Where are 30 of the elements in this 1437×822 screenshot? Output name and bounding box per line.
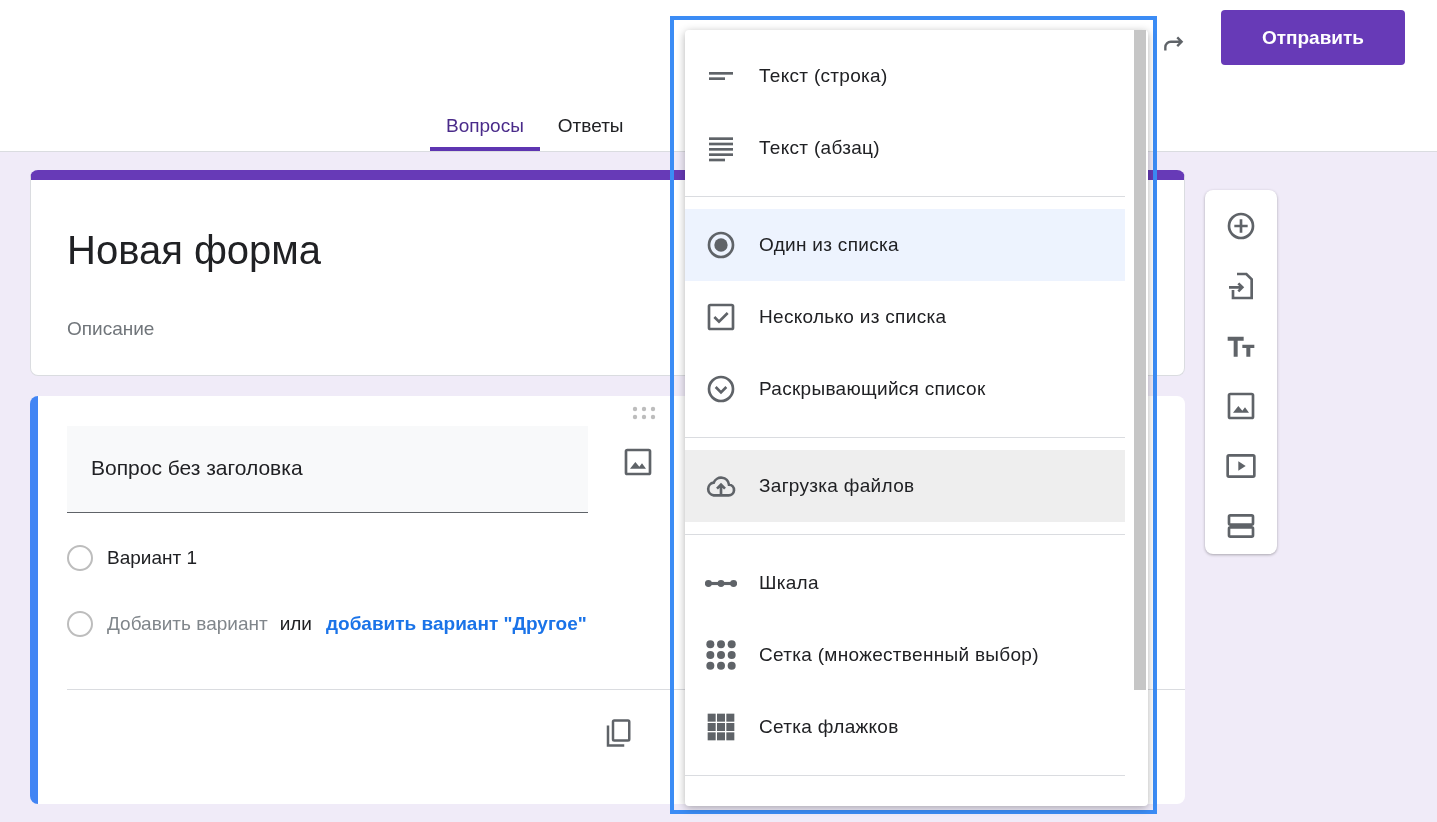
add-other-link[interactable]: добавить вариант "Другое" <box>325 613 587 635</box>
menu-item[interactable]: Текст (абзац) <box>685 112 1125 184</box>
menu-item[interactable]: Текст (строка) <box>685 40 1125 112</box>
square-grid-icon <box>705 711 737 743</box>
add-option-field[interactable]: Добавить вариант <box>107 613 268 635</box>
scrollbar[interactable] <box>1134 30 1146 690</box>
image-icon[interactable] <box>622 446 654 478</box>
checkbox-icon <box>705 301 737 333</box>
dot-grid-icon <box>705 639 737 671</box>
menu-item[interactable]: Шкала <box>685 547 1125 619</box>
menu-item[interactable]: Один из списка <box>685 209 1125 281</box>
drag-handle-icon[interactable] <box>632 406 656 420</box>
menu-item[interactable]: Загрузка файлов <box>685 450 1125 522</box>
menu-item[interactable]: Несколько из списка <box>685 281 1125 353</box>
tab[interactable]: Вопросы <box>430 103 540 151</box>
send-button[interactable]: Отправить <box>1221 10 1405 65</box>
image-icon[interactable] <box>1225 390 1257 422</box>
add-circle-icon[interactable] <box>1225 210 1257 242</box>
question-title-field[interactable]: Вопрос без заголовка <box>67 426 588 513</box>
menu-item[interactable]: Сетка (множественный выбор) <box>685 619 1125 691</box>
or-text: или <box>279 613 312 635</box>
option-label[interactable]: Вариант 1 <box>107 547 198 569</box>
radio-button[interactable] <box>67 545 93 571</box>
scale-icon <box>705 579 737 587</box>
menu-item[interactable]: Раскрывающийся список <box>685 353 1125 425</box>
radio-icon <box>705 229 737 261</box>
menu-item[interactable]: Сетка флажков <box>685 691 1125 763</box>
short-text-icon <box>709 72 733 80</box>
dropdown-icon <box>705 373 737 405</box>
tab[interactable]: Ответы <box>541 103 640 151</box>
